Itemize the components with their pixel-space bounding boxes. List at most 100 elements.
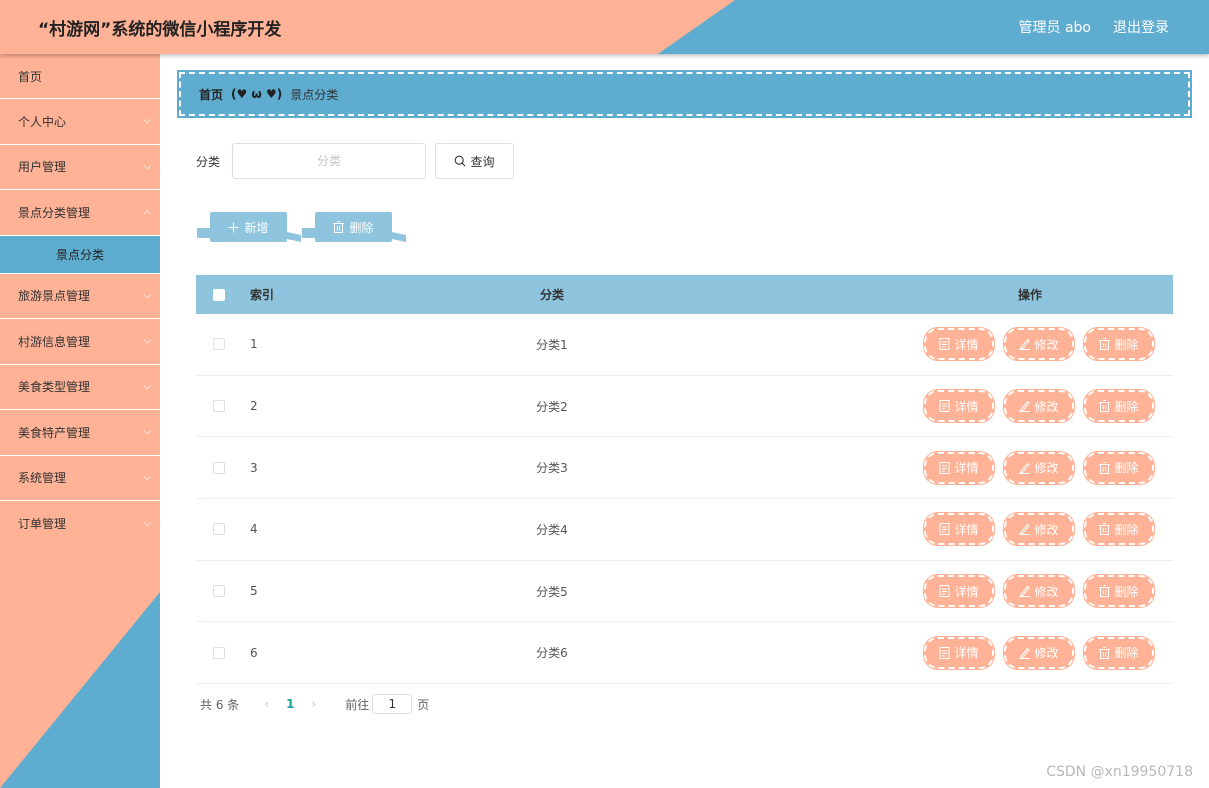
row-category: 分类2 bbox=[536, 399, 568, 414]
delete-button[interactable]: 删除 bbox=[1083, 327, 1155, 362]
sidebar-item-label: 个人中心 bbox=[18, 114, 67, 129]
header-user-area: 管理员 abo 退出登录 bbox=[1019, 17, 1169, 37]
breadcrumb-home-link[interactable]: 首页 bbox=[199, 86, 223, 103]
delete-button[interactable]: 删除 bbox=[1083, 450, 1155, 485]
header-actions: 操作 bbox=[1017, 288, 1042, 302]
row-checkbox[interactable] bbox=[213, 585, 225, 598]
row-actions: 详情 修改 删除 bbox=[887, 450, 1173, 485]
row-index: 4 bbox=[250, 522, 258, 537]
row-actions: 详情 修改 删除 bbox=[887, 574, 1173, 609]
delete-button[interactable]: 删除 bbox=[1083, 635, 1155, 670]
next-page-icon[interactable]: › bbox=[311, 697, 316, 711]
sidebar-item-spot-category-management[interactable]: 景点分类管理 bbox=[0, 190, 160, 236]
detail-button[interactable]: 详情 bbox=[923, 389, 995, 424]
pencil-icon bbox=[1019, 524, 1031, 536]
edit-button-label: 修改 bbox=[1034, 522, 1059, 537]
ribbon-tail bbox=[392, 232, 406, 242]
header-index: 索引 bbox=[250, 288, 275, 302]
row-index: 5 bbox=[250, 584, 258, 599]
table-row: 5 分类5 详情 修改 删除 bbox=[196, 561, 1173, 623]
row-index: 1 bbox=[250, 337, 258, 352]
delete-button[interactable]: 删除 bbox=[1083, 574, 1155, 609]
add-button[interactable]: 新增 bbox=[197, 212, 301, 242]
ribbon-tail bbox=[197, 228, 211, 238]
detail-button-label: 详情 bbox=[954, 584, 979, 599]
pencil-icon bbox=[1019, 647, 1031, 659]
breadcrumb-current: 景点分类 bbox=[290, 87, 339, 102]
sidebar-item-user-management[interactable]: 用户管理 bbox=[0, 145, 160, 190]
row-checkbox[interactable] bbox=[213, 400, 225, 413]
pencil-icon bbox=[1019, 339, 1031, 351]
detail-button-label: 详情 bbox=[954, 399, 979, 414]
row-check-cell bbox=[196, 646, 242, 659]
sidebar-item-label: 首页 bbox=[18, 70, 43, 84]
row-checkbox[interactable] bbox=[213, 646, 225, 659]
category-table: 索引 分类 操作 1 分类1 详情 修改 删除 2 分类2 详情 修改 删除 3… bbox=[196, 275, 1173, 685]
goto-page-input[interactable] bbox=[372, 694, 413, 714]
batch-delete-button-label: 删除 bbox=[349, 220, 374, 235]
row-checkbox[interactable] bbox=[213, 338, 225, 351]
delete-button[interactable]: 删除 bbox=[1083, 389, 1155, 424]
row-checkbox[interactable] bbox=[213, 461, 225, 474]
page-unit-label: 页 bbox=[417, 697, 430, 712]
sidebar-item-label: 用户管理 bbox=[18, 160, 67, 175]
edit-button[interactable]: 修改 bbox=[1003, 512, 1075, 547]
row-category: 分类3 bbox=[536, 461, 568, 476]
table-row: 1 分类1 详情 修改 删除 bbox=[196, 314, 1173, 376]
delete-button[interactable]: 删除 bbox=[1083, 512, 1155, 547]
row-index: 3 bbox=[250, 460, 258, 475]
detail-button[interactable]: 详情 bbox=[923, 450, 995, 485]
sidebar-item-system-management[interactable]: 系统管理 bbox=[0, 456, 160, 501]
sidebar-item-order-management[interactable]: 订单管理 bbox=[0, 501, 160, 547]
edit-button[interactable]: 修改 bbox=[1003, 389, 1075, 424]
document-icon bbox=[939, 338, 950, 351]
breadcrumb: 首页 (♥ ω ♥) 景点分类 bbox=[177, 70, 1192, 118]
detail-button-label: 详情 bbox=[954, 337, 979, 352]
sidebar-item-specialty-food-management[interactable]: 美食特产管理 bbox=[0, 410, 160, 456]
sidebar-item-personal-center[interactable]: 个人中心 bbox=[0, 99, 160, 145]
current-user-label: 管理员 abo bbox=[1018, 20, 1091, 36]
edit-button[interactable]: 修改 bbox=[1003, 635, 1075, 670]
sidebar-item-home[interactable]: 首页 bbox=[0, 54, 160, 99]
search-category-input[interactable] bbox=[232, 143, 426, 179]
edit-button[interactable]: 修改 bbox=[1003, 574, 1075, 609]
prev-page-icon[interactable]: ‹ bbox=[264, 697, 269, 711]
sidebar: 首页 个人中心 用户管理 景点分类管理 景点分类 旅游景点管理 村游信息管理 美… bbox=[0, 54, 160, 788]
table-row: 3 分类3 详情 修改 删除 bbox=[196, 437, 1173, 500]
ribbon-tail bbox=[302, 228, 316, 238]
row-checkbox[interactable] bbox=[213, 523, 225, 536]
sidebar-item-village-info-management[interactable]: 村游信息管理 bbox=[0, 319, 160, 365]
sidebar-decoration bbox=[0, 592, 160, 788]
sidebar-subitem-spot-category[interactable]: 景点分类 bbox=[0, 235, 160, 274]
sidebar-item-label: 美食类型管理 bbox=[18, 380, 91, 395]
sidebar-item-food-type-management[interactable]: 美食类型管理 bbox=[0, 365, 160, 410]
header-category: 分类 bbox=[539, 288, 564, 302]
sidebar-item-label: 美食特产管理 bbox=[18, 425, 91, 440]
search-button-label: 查询 bbox=[470, 154, 495, 169]
logout-link[interactable]: 退出登录 bbox=[1113, 17, 1169, 37]
batch-delete-button[interactable]: 删除 bbox=[302, 212, 406, 242]
edit-button[interactable]: 修改 bbox=[1003, 327, 1075, 362]
chevron-down-icon bbox=[143, 291, 152, 299]
trash-icon bbox=[1099, 523, 1111, 536]
sidebar-item-label: 村游信息管理 bbox=[18, 334, 91, 349]
sidebar-item-label: 景点分类管理 bbox=[18, 205, 91, 220]
sidebar-item-label: 旅游景点管理 bbox=[18, 289, 91, 304]
table-header: 索引 分类 操作 bbox=[196, 275, 1173, 314]
detail-button[interactable]: 详情 bbox=[923, 574, 995, 609]
search-button[interactable]: 查询 bbox=[435, 143, 514, 179]
row-index: 6 bbox=[250, 645, 258, 660]
table-row: 2 分类2 详情 修改 删除 bbox=[196, 376, 1173, 438]
detail-button[interactable]: 详情 bbox=[923, 635, 995, 670]
delete-button-label: 删除 bbox=[1114, 399, 1139, 414]
page-number-current[interactable]: 1 bbox=[286, 697, 294, 711]
detail-button[interactable]: 详情 bbox=[923, 512, 995, 547]
row-check-cell bbox=[196, 338, 242, 351]
detail-button[interactable]: 详情 bbox=[923, 327, 995, 362]
row-category: 分类5 bbox=[536, 584, 568, 599]
select-all-checkbox[interactable] bbox=[213, 288, 225, 301]
sidebar-menu: 首页 个人中心 用户管理 景点分类管理 景点分类 旅游景点管理 村游信息管理 美… bbox=[0, 54, 160, 547]
edit-button[interactable]: 修改 bbox=[1003, 450, 1075, 485]
chevron-down-icon bbox=[143, 427, 152, 435]
sidebar-item-tourist-spot-management[interactable]: 旅游景点管理 bbox=[0, 274, 160, 319]
